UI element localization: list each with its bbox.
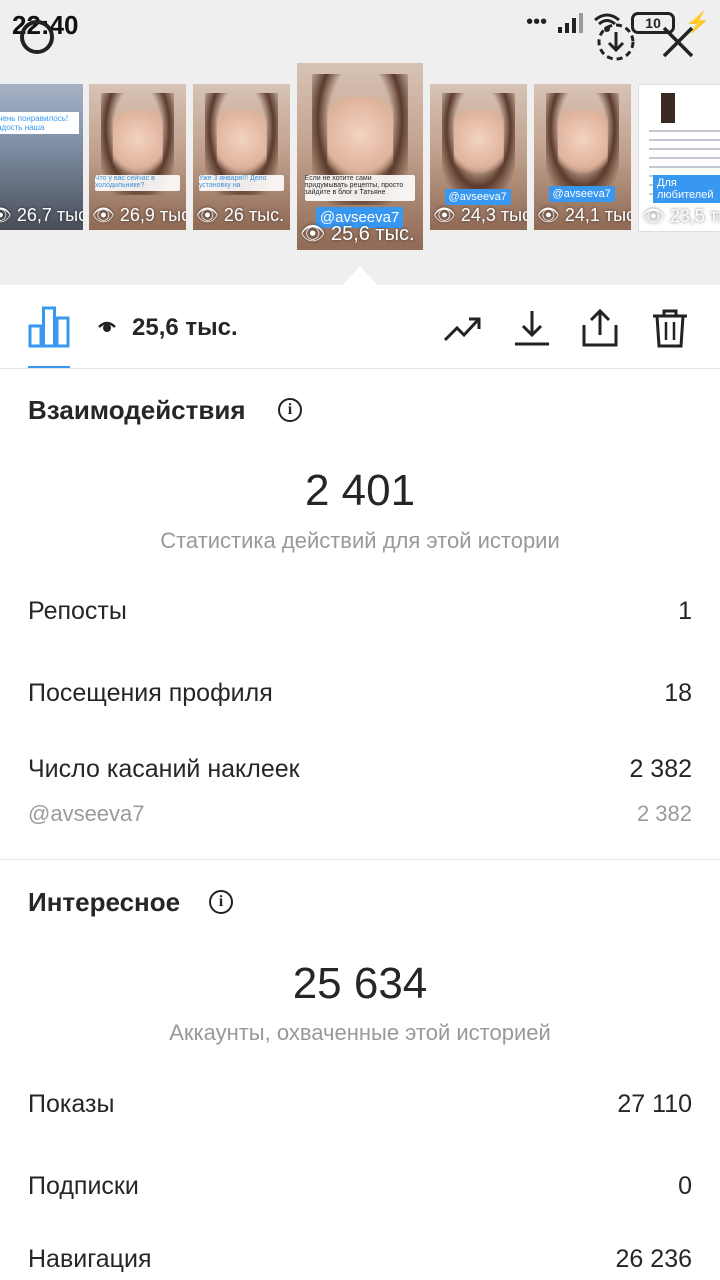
story-thumbnail[interactable]: @avseeva7 👁 24,3 тыс. <box>430 84 527 230</box>
story-thumbnail[interactable]: @avseeva7 👁 24,1 тыс. <box>534 84 631 230</box>
thumbnail-views: 👁 26,7 тыс. <box>0 205 83 225</box>
impressions-label: Показы <box>28 1090 115 1118</box>
interactions-subtitle: Статистика действий для этой истории <box>160 528 560 553</box>
mention-sticker-label[interactable]: @avseeva7 <box>28 801 145 827</box>
story-thumbnails: Очень понравилось! Радость наша 👁 26,7 т… <box>0 0 720 285</box>
interactions-title: Взаимодействия <box>28 395 246 425</box>
profile-visits-label: Посещения профиля <box>28 679 273 707</box>
thumbnail-views: 👁 24,3 тыс. <box>433 205 527 225</box>
selected-pointer <box>342 266 378 286</box>
thumbnail-views: 👁 24,1 тыс. <box>537 205 631 225</box>
sticker-taps-value: 2 382 <box>629 755 692 783</box>
section-divider <box>0 859 720 860</box>
thumbnail-views: 👁 26 тыс. <box>196 205 285 225</box>
navigation-value: 26 236 <box>615 1245 692 1273</box>
story-toolbar: 25,6 тыс. <box>0 286 720 369</box>
story-thumbnail-selected[interactable]: Если не хотите сами придумывать рецепты,… <box>297 63 423 250</box>
reposts-label: Репосты <box>28 597 127 625</box>
thumbnail-views: 👁 25,6 тыс. <box>300 223 415 245</box>
thumbnail-views: 👁 26,9 тыс. <box>92 205 186 225</box>
story-thumbnail[interactable]: Уже 3 января!!! Дело установку на 👁 26 т… <box>193 84 290 230</box>
active-tab-indicator <box>28 366 70 368</box>
follows-value: 0 <box>678 1172 692 1200</box>
reposts-value: 1 <box>678 597 692 625</box>
mention-sticker: @avseeva7 <box>548 186 615 203</box>
thumbnail-caption: Если не хотите сами придумывать рецепты,… <box>304 175 416 202</box>
interactions-total: 2 401 <box>304 466 416 515</box>
story-thumbnail-strip-area: 22:40 ••• 10 ⚡ Очень понравилось! Радост… <box>0 0 720 286</box>
thumbnail-views: 👁 23,5 тыс. <box>642 206 720 226</box>
story-thumbnail[interactable]: Что у вас сейчас в холодильнике? 👁 26,9 … <box>89 84 186 230</box>
story-thumbnail[interactable]: Очень понравилось! Радость наша 👁 26,7 т… <box>0 84 83 230</box>
discovery-title: Интересное <box>28 887 181 917</box>
profile-visits-value: 18 <box>664 679 692 707</box>
insights-bar-chart-icon[interactable] <box>28 304 70 348</box>
sticker-taps-label: Число касаний наклеек <box>28 755 300 783</box>
navigation-label: Навигация <box>28 1245 152 1273</box>
thumbnail-caption: Уже 3 января!!! Дело установку на <box>198 174 285 191</box>
mention-sticker: @avseeva7 <box>444 189 511 206</box>
impressions-value: 27 110 <box>617 1090 692 1118</box>
story-thumbnail[interactable]: Для любителей 👁 23,5 тыс. <box>638 84 720 232</box>
share-icon[interactable] <box>580 308 620 348</box>
delete-trash-icon[interactable] <box>650 308 690 348</box>
download-icon[interactable] <box>512 308 552 348</box>
info-icon[interactable]: i <box>209 890 233 914</box>
trending-icon[interactable] <box>442 308 482 348</box>
eye-icon <box>98 321 116 332</box>
thumbnail-caption: Очень понравилось! Радость наша <box>0 112 79 134</box>
discovery-subtitle: Аккаунты, охваченные этой историей <box>169 1020 551 1045</box>
thumbnail-caption: Для любителей <box>653 175 720 203</box>
info-icon[interactable]: i <box>278 398 302 422</box>
views-count: 25,6 тыс. <box>132 314 238 341</box>
mention-sticker-value: 2 382 <box>636 801 692 826</box>
thumbnail-caption: Что у вас сейчас в холодильнике? <box>94 174 181 191</box>
discovery-total: 25 634 <box>292 959 428 1008</box>
follows-label: Подписки <box>28 1172 139 1200</box>
